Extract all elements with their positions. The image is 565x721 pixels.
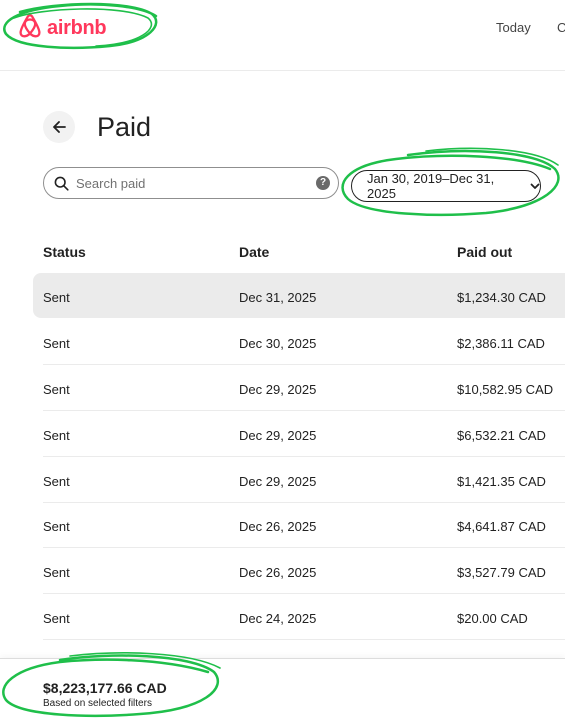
row-status: Sent bbox=[43, 565, 70, 580]
row-amount: $2,386.11 CAD bbox=[457, 336, 545, 351]
date-range-filter[interactable]: Jan 30, 2019–Dec 31, 2025 bbox=[351, 170, 541, 202]
column-header-date: Date bbox=[239, 244, 270, 260]
row-status: Sent bbox=[43, 290, 70, 305]
row-date: Dec 29, 2025 bbox=[239, 428, 317, 443]
chevron-down-icon bbox=[530, 183, 540, 190]
table-row[interactable]: Sent Dec 26, 2025 $4,641.87 CAD bbox=[0, 502, 565, 548]
table-row[interactable]: Sent Dec 30, 2025 $2,386.11 CAD bbox=[0, 319, 565, 365]
row-divider bbox=[43, 639, 565, 640]
row-date: Dec 29, 2025 bbox=[239, 382, 317, 397]
row-status: Sent bbox=[43, 336, 70, 351]
row-date: Dec 29, 2025 bbox=[239, 474, 317, 489]
nav-today[interactable]: Today bbox=[496, 20, 531, 35]
row-date: Dec 24, 2025 bbox=[239, 611, 317, 626]
table-row[interactable]: Sent Dec 29, 2025 $1,421.35 CAD bbox=[0, 457, 565, 503]
brand-name: airbnb bbox=[47, 16, 107, 39]
help-icon[interactable]: ? bbox=[316, 176, 330, 190]
row-date: Dec 26, 2025 bbox=[239, 565, 317, 580]
airbnb-logo-icon bbox=[18, 13, 42, 44]
search-icon bbox=[54, 175, 70, 191]
search-input[interactable] bbox=[76, 175, 306, 191]
row-amount: $20.00 CAD bbox=[457, 611, 528, 626]
total-footer: $8,223,177.66 CAD Based on selected filt… bbox=[0, 658, 565, 721]
row-date: Dec 30, 2025 bbox=[239, 336, 317, 351]
row-status: Sent bbox=[43, 474, 70, 489]
table-row[interactable]: Sent Dec 24, 2025 $20.00 CAD bbox=[0, 594, 565, 640]
total-caption: Based on selected filters bbox=[43, 698, 152, 709]
total-amount: $8,223,177.66 CAD bbox=[43, 680, 167, 696]
table-row[interactable]: Sent Dec 31, 2025 $1,234.30 CAD bbox=[0, 273, 565, 319]
nav-item-truncated[interactable]: C bbox=[557, 20, 565, 35]
row-amount: $4,641.87 CAD bbox=[457, 519, 546, 534]
row-amount: $1,421.35 CAD bbox=[457, 474, 546, 489]
row-status: Sent bbox=[43, 611, 70, 626]
row-status: Sent bbox=[43, 382, 70, 397]
table-row[interactable]: Sent Dec 29, 2025 $10,582.95 CAD bbox=[0, 365, 565, 411]
airbnb-logo[interactable]: airbnb bbox=[18, 12, 107, 44]
column-header-status: Status bbox=[43, 244, 86, 260]
top-bar: airbnb Today C bbox=[0, 0, 565, 71]
row-status: Sent bbox=[43, 428, 70, 443]
row-status: Sent bbox=[43, 519, 70, 534]
row-date: Dec 31, 2025 bbox=[239, 290, 317, 305]
table-row[interactable]: Sent Dec 29, 2025 $6,532.21 CAD bbox=[0, 411, 565, 457]
back-button[interactable] bbox=[43, 111, 75, 143]
column-header-paid-out: Paid out bbox=[457, 244, 513, 260]
row-amount: $1,234.30 CAD bbox=[457, 290, 546, 305]
table-row[interactable]: Sent Dec 26, 2025 $3,527.79 CAD bbox=[0, 548, 565, 594]
page-title: Paid bbox=[97, 112, 152, 142]
row-amount: $3,527.79 CAD bbox=[457, 565, 546, 580]
row-date: Dec 26, 2025 bbox=[239, 519, 317, 534]
arrow-left-icon bbox=[53, 121, 66, 133]
search-box[interactable]: ? bbox=[43, 167, 339, 199]
date-range-label: Jan 30, 2019–Dec 31, 2025 bbox=[367, 171, 495, 201]
row-amount: $10,582.95 CAD bbox=[457, 382, 554, 397]
row-amount: $6,532.21 CAD bbox=[457, 428, 546, 443]
